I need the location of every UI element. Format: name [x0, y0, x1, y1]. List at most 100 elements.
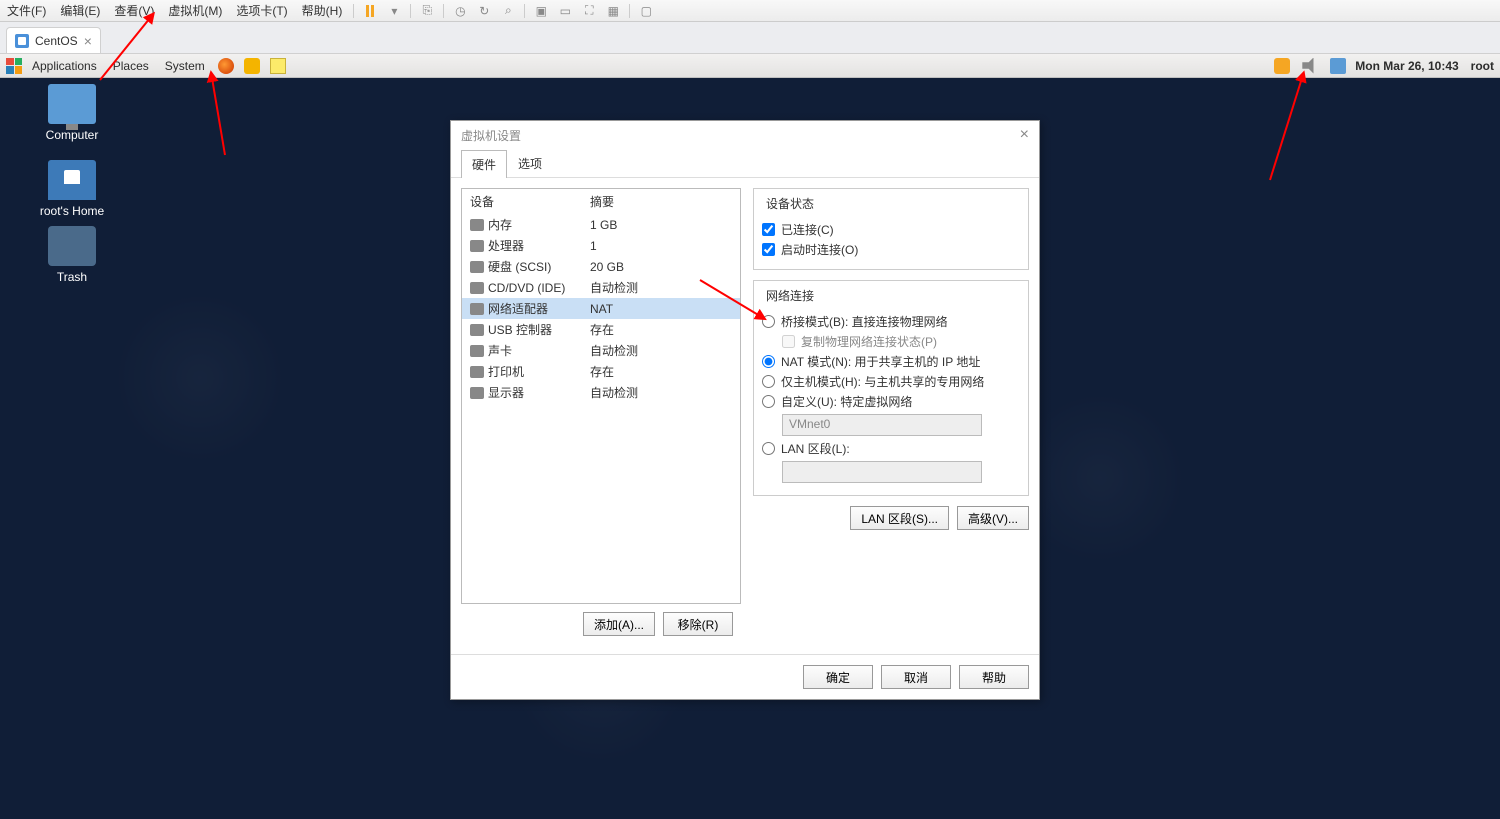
device-summary: 20 GB	[590, 260, 624, 274]
tab-options[interactable]: 选项	[507, 149, 553, 177]
toolbar-refresh-icon[interactable]: ↻	[475, 3, 493, 19]
applications-icon[interactable]	[6, 58, 22, 74]
device-name: 显示器	[488, 384, 524, 401]
panel-applications[interactable]: Applications	[26, 59, 103, 73]
custom-radio[interactable]: 自定义(U): 特定虚拟网络	[762, 393, 1020, 410]
menu-edit[interactable]: 编辑(E)	[53, 2, 107, 19]
gedit-icon[interactable]	[270, 58, 286, 74]
device-list-header: 设备 摘要	[462, 189, 740, 214]
toolbar-view2-icon[interactable]: ▭	[556, 3, 574, 19]
device-name: 内存	[488, 216, 512, 233]
desktop-label: root's Home	[40, 204, 104, 218]
help-button[interactable]: 帮助	[959, 665, 1029, 689]
desktop-icon-computer[interactable]: Computer	[22, 84, 122, 142]
device-row[interactable]: 显示器 自动检测	[462, 382, 740, 403]
device-row[interactable]: 声卡自动检测	[462, 340, 740, 361]
firefox-icon[interactable]	[218, 58, 234, 74]
desktop-label: Trash	[57, 270, 87, 284]
centos-icon	[15, 34, 29, 48]
device-row[interactable]: 内存1 GB	[462, 214, 740, 235]
device-list[interactable]: 设备 摘要 内存1 GB处理器1 硬盘 (SCSI) 20 GB CD/DVD (ID…	[461, 188, 741, 604]
toolbar-snapshot-icon[interactable]: ⎘	[418, 3, 436, 19]
device-summary: NAT	[590, 302, 613, 316]
device-icon	[470, 282, 484, 294]
lan-segments-button[interactable]: LAN 区段(S)...	[850, 506, 949, 530]
device-row[interactable]: USB 控制器 存在	[462, 319, 740, 340]
menu-vm[interactable]: 虚拟机(M)	[161, 2, 229, 19]
desktop-label: Computer	[46, 128, 99, 142]
device-icon	[470, 387, 484, 399]
device-summary: 自动检测	[590, 279, 638, 296]
network-connection-group: 网络连接 桥接模式(B): 直接连接物理网络 复制物理网络连接状态(P) NAT…	[753, 280, 1029, 496]
replicate-checkbox: 复制物理网络连接状态(P)	[782, 333, 1020, 350]
device-name: 处理器	[488, 237, 524, 254]
device-row[interactable]: CD/DVD (IDE) 自动检测	[462, 277, 740, 298]
device-name: CD/DVD (IDE)	[488, 281, 565, 295]
computer-icon	[48, 84, 96, 124]
lansegment-combo	[782, 461, 982, 483]
toolbar-view4-icon[interactable]: ▦	[604, 3, 622, 19]
nat-radio[interactable]: NAT 模式(N): 用于共享主机的 IP 地址	[762, 353, 1020, 370]
remove-device-button[interactable]: 移除(R)	[663, 612, 733, 636]
desktop-icon-trash[interactable]: Trash	[22, 226, 122, 284]
panel-system[interactable]: System	[159, 59, 211, 73]
nautilus-icon[interactable]	[244, 58, 260, 74]
network-icon[interactable]	[1330, 58, 1346, 74]
panel-user[interactable]: root	[1465, 59, 1494, 73]
dialog-titlebar[interactable]: 虚拟机设置 ×	[451, 121, 1039, 149]
connected-checkbox[interactable]: 已连接(C)	[762, 221, 1020, 238]
device-state-group: 设备状态 已连接(C) 启动时连接(O)	[753, 188, 1029, 270]
device-name: 打印机	[488, 363, 524, 380]
toolbar-pause-icon[interactable]	[361, 3, 379, 19]
device-name: 硬盘 (SCSI)	[488, 258, 551, 275]
toolbar-fullscreen-icon[interactable]: ▢	[637, 3, 655, 19]
device-summary: 存在	[590, 363, 614, 380]
menu-tabs[interactable]: 选项卡(T)	[229, 2, 294, 19]
device-row[interactable]: 网络适配器NAT	[462, 298, 740, 319]
desktop-icon-home[interactable]: root's Home	[22, 160, 122, 218]
device-state-legend: 设备状态	[762, 195, 818, 212]
vm-settings-dialog: 虚拟机设置 × 硬件 选项 设备 摘要 内存1 GB处理器1 硬盘 (SCSI) 2…	[450, 120, 1040, 700]
device-icon	[470, 240, 484, 252]
toolbar-view1-icon[interactable]: ▣	[532, 3, 550, 19]
tab-hardware[interactable]: 硬件	[461, 150, 507, 178]
toolbar-view3-icon[interactable]: ⛶	[580, 3, 598, 19]
panel-places[interactable]: Places	[107, 59, 155, 73]
vmware-tab-strip: CentOS ×	[0, 22, 1500, 54]
update-icon[interactable]	[1274, 58, 1290, 74]
lansegment-radio[interactable]: LAN 区段(L):	[762, 440, 1020, 457]
toolbar-dropdown-icon[interactable]: ▾	[385, 3, 403, 19]
col-summary: 摘要	[590, 193, 614, 210]
device-icon	[470, 345, 484, 357]
trash-icon	[48, 226, 96, 266]
toolbar-clock-icon[interactable]: ◷	[451, 3, 469, 19]
device-icon	[470, 366, 484, 378]
menu-view[interactable]: 查看(V)	[107, 2, 161, 19]
network-legend: 网络连接	[762, 287, 818, 304]
device-icon	[470, 324, 484, 336]
bridged-radio[interactable]: 桥接模式(B): 直接连接物理网络	[762, 313, 1020, 330]
device-summary: 存在	[590, 321, 614, 338]
menu-help[interactable]: 帮助(H)	[295, 2, 350, 19]
connect-poweron-checkbox[interactable]: 启动时连接(O)	[762, 241, 1020, 258]
vmware-menubar: 文件(F) 编辑(E) 查看(V) 虚拟机(M) 选项卡(T) 帮助(H) ▾ …	[0, 0, 1500, 22]
hostonly-radio[interactable]: 仅主机模式(H): 与主机共享的专用网络	[762, 373, 1020, 390]
ok-button[interactable]: 确定	[803, 665, 873, 689]
device-row[interactable]: 处理器1	[462, 235, 740, 256]
device-summary: 自动检测	[590, 384, 638, 401]
add-device-button[interactable]: 添加(A)...	[583, 612, 655, 636]
tab-centos[interactable]: CentOS ×	[6, 27, 101, 53]
cancel-button[interactable]: 取消	[881, 665, 951, 689]
tab-close-icon[interactable]: ×	[84, 33, 92, 49]
device-name: 声卡	[488, 342, 512, 359]
device-row[interactable]: 硬盘 (SCSI) 20 GB	[462, 256, 740, 277]
menu-file[interactable]: 文件(F)	[0, 2, 53, 19]
toolbar-zoom-icon[interactable]: ⌕	[499, 3, 517, 19]
device-row[interactable]: 打印机 存在	[462, 361, 740, 382]
volume-icon[interactable]	[1302, 58, 1318, 74]
advanced-button[interactable]: 高级(V)...	[957, 506, 1029, 530]
panel-clock[interactable]: Mon Mar 26, 10:43	[1355, 59, 1458, 73]
device-name: USB 控制器	[488, 321, 552, 338]
dialog-close-icon[interactable]: ×	[1020, 126, 1029, 144]
dialog-title: 虚拟机设置	[461, 127, 521, 144]
